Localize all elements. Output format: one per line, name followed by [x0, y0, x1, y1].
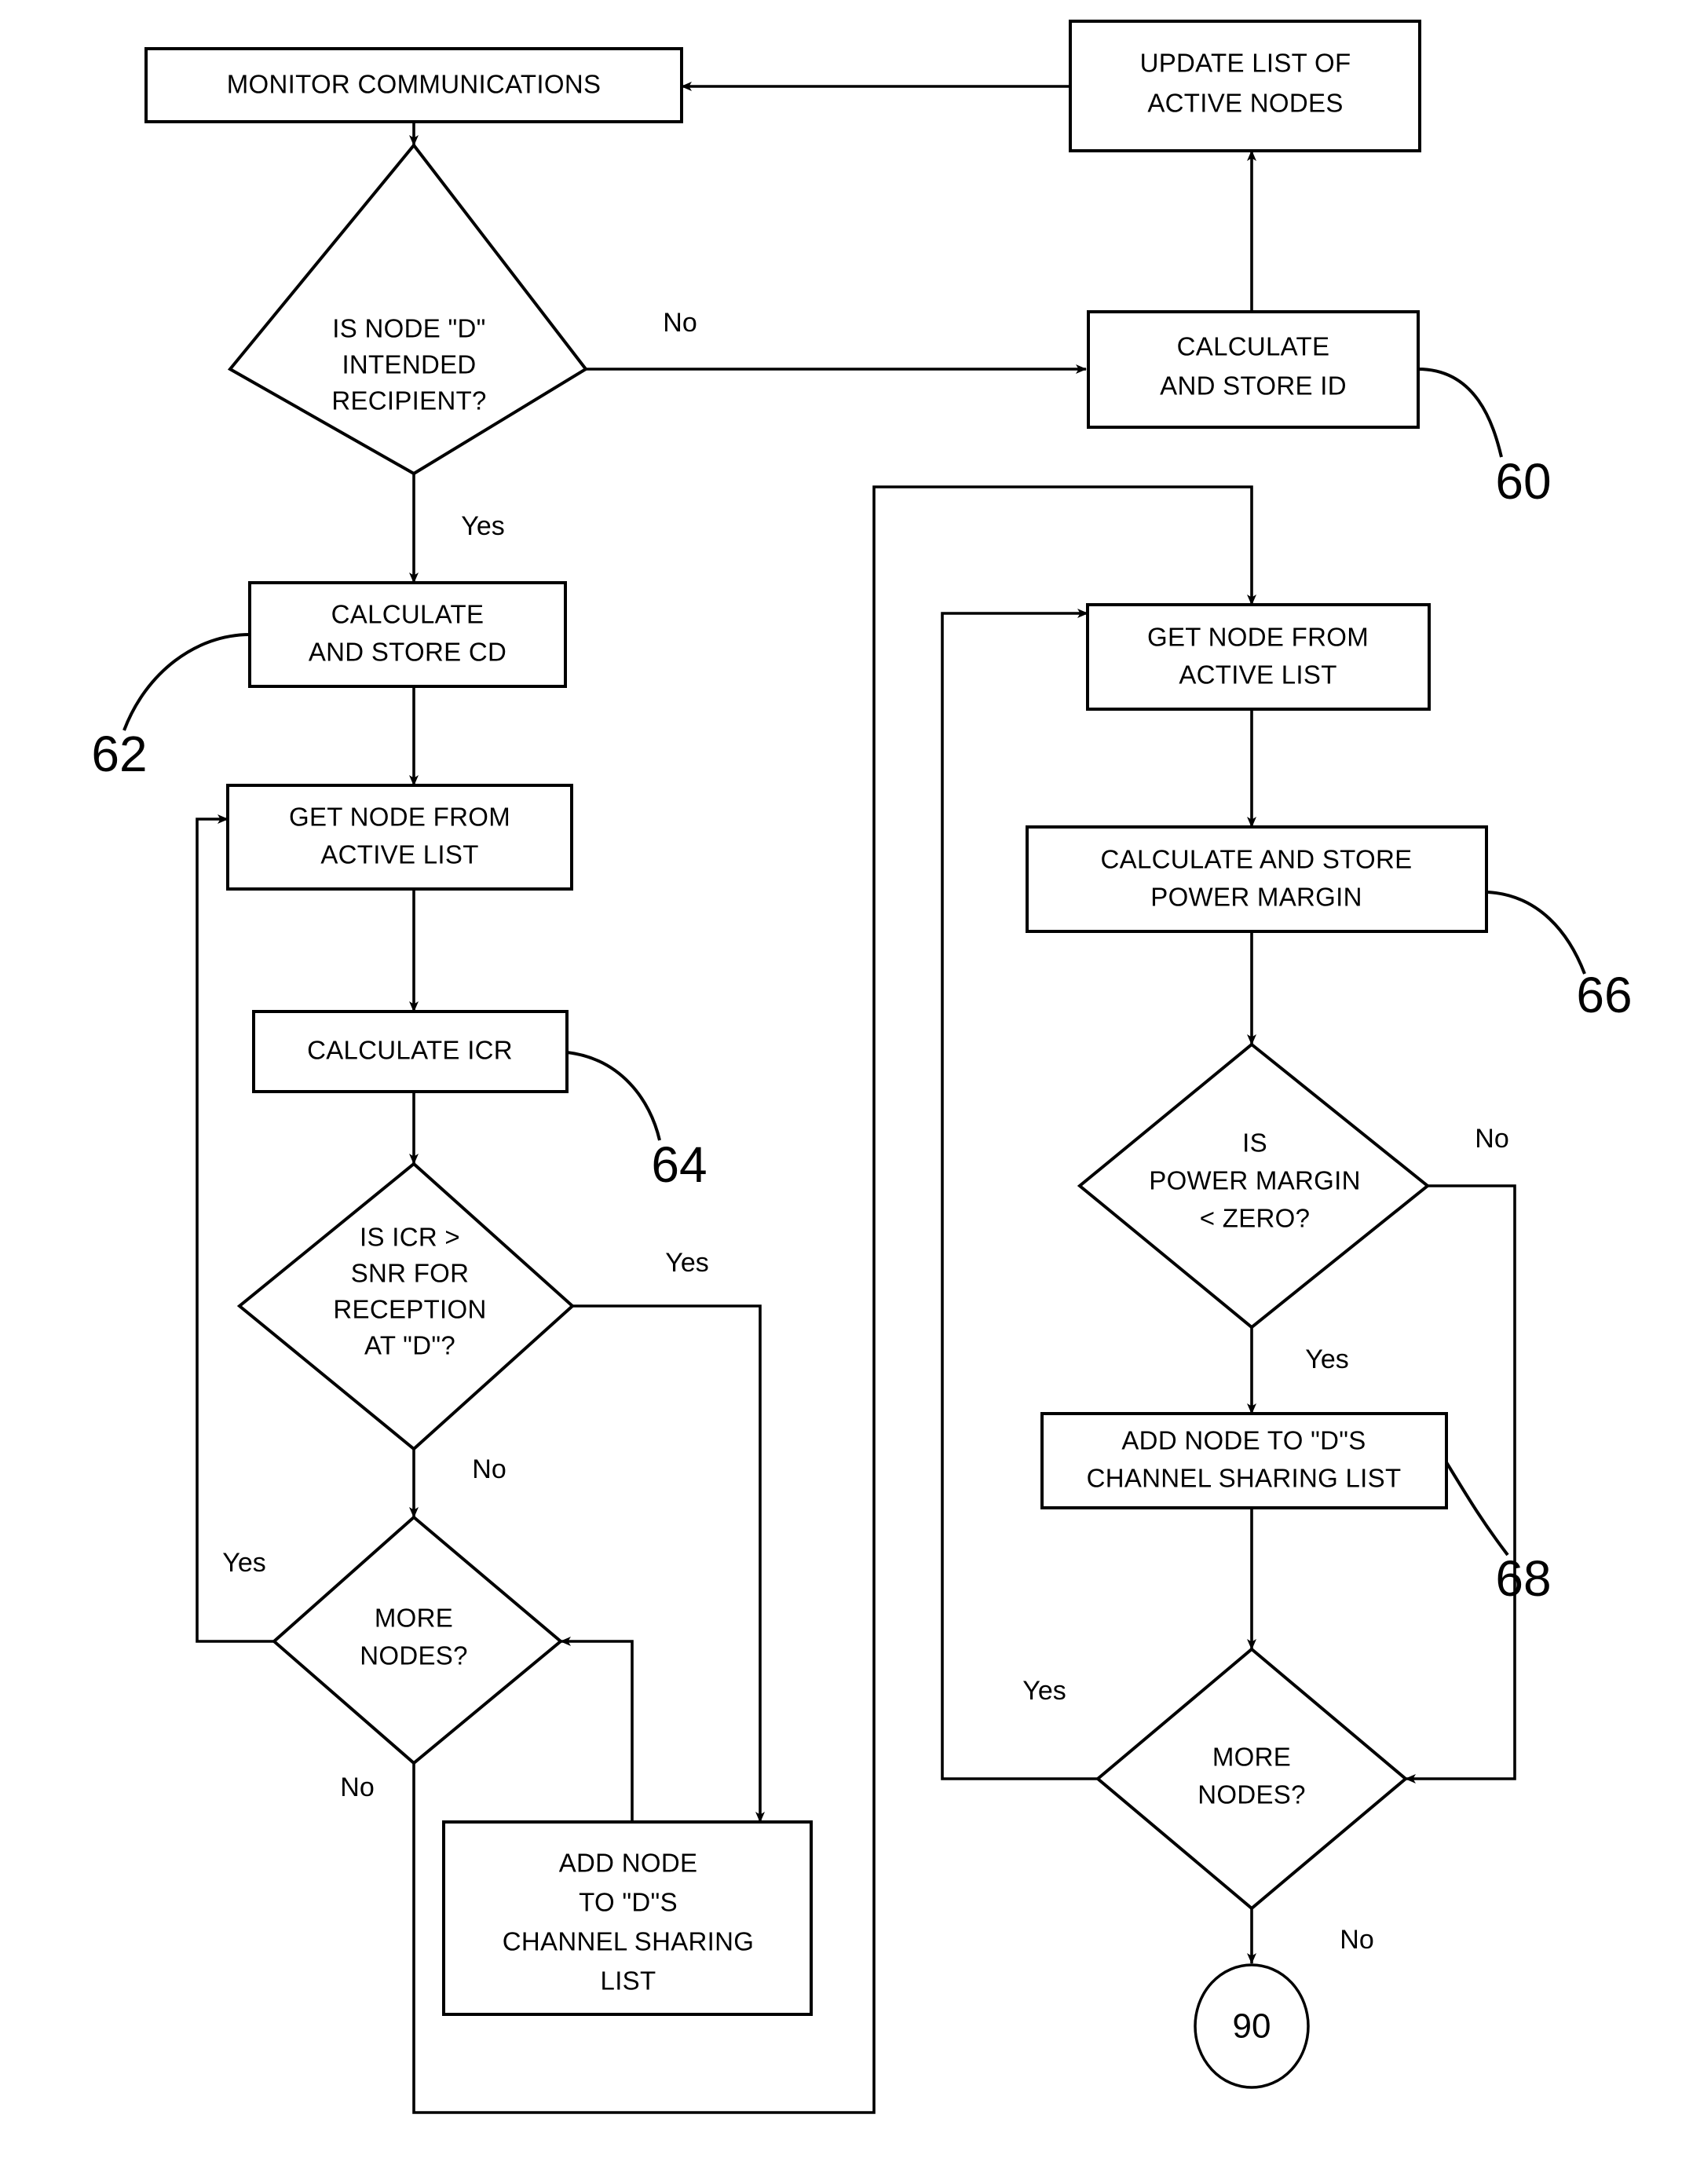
node-getnode-left-line-0: GET NODE FROM: [289, 803, 510, 832]
edge-label-icr-yes: Yes: [665, 1248, 708, 1278]
node-morenodes-right-line-0: MORE: [1212, 1743, 1291, 1772]
node-add-node-left: ADD NODE TO "D"S CHANNEL SHARING LIST: [442, 1820, 813, 2016]
reference-numeral-62: 62: [91, 726, 147, 782]
node-recipient-line-0: IS NODE "D": [332, 314, 485, 343]
leader-62: [122, 633, 250, 731]
node-calculate-and-store-power-margin: CALCULATE AND STORE POWER MARGIN: [1026, 825, 1488, 933]
node-getnode-left-line-1: ACTIVE LIST: [320, 840, 478, 869]
edge-isicr-yes-to-addnode-left: [572, 1304, 765, 1823]
flowchart-canvas: MONITOR COMMUNICATIONS UPDATE LIST OF AC…: [91, 20, 1633, 2114]
node-powermargin-line-0: CALCULATE AND STORE: [1101, 845, 1413, 874]
node-addnode-left-line-1: TO "D"S: [579, 1888, 678, 1917]
node-isicr-line-0: IS ICR >: [360, 1223, 460, 1252]
node-get-node-from-active-list-right: GET NODE FROM ACTIVE LIST: [1086, 603, 1431, 711]
leader-68: [1445, 1461, 1509, 1557]
node-morenodes-right-line-1: NODES?: [1198, 1780, 1306, 1809]
edge-label-morenodes-right-yes: Yes: [1022, 1676, 1066, 1706]
node-addnode-right-line-1: CHANNEL SHARING LIST: [1087, 1464, 1402, 1493]
node-recipient-line-1: INTENDED: [342, 350, 476, 379]
edge-label-morenodes-left-yes: Yes: [222, 1548, 265, 1578]
node-ispowermargin-line-1: POWER MARGIN: [1149, 1166, 1360, 1195]
reference-numeral-60: 60: [1495, 453, 1551, 510]
leader-64: [566, 1051, 661, 1141]
node-morenodes-left-line-1: NODES?: [360, 1641, 468, 1670]
node-more-nodes-right: MORE NODES?: [1095, 1647, 1409, 1911]
node-addnode-left-line-0: ADD NODE: [559, 1849, 698, 1878]
edge-label-morenodes-right-no: No: [1340, 1925, 1373, 1955]
node-calccd-line-1: AND STORE CD: [309, 638, 506, 667]
leader-60: [1417, 368, 1503, 458]
node-add-node-right: ADD NODE TO "D"S CHANNEL SHARING LIST: [1040, 1412, 1448, 1509]
node-get-node-from-active-list-left: GET NODE FROM ACTIVE LIST: [226, 784, 573, 891]
node-is-node-d-intended-recipient: IS NODE "D" INTENDED RECIPIENT?: [227, 142, 588, 476]
node-getnode-right-line-0: GET NODE FROM: [1147, 623, 1369, 652]
node-addnode-left-line-2: CHANNEL SHARING: [503, 1927, 755, 1956]
node-getnode-right-line-1: ACTIVE LIST: [1179, 660, 1336, 690]
node-ispowermargin-line-2: < ZERO?: [1200, 1204, 1311, 1233]
reference-numeral-66: 66: [1576, 967, 1632, 1023]
node-calculate-icr: CALCULATE ICR: [252, 1010, 569, 1093]
node-addnode-left-line-3: LIST: [601, 1966, 656, 1996]
reference-numeral-68: 68: [1495, 1550, 1551, 1607]
node-calcid-line-0: CALCULATE: [1177, 332, 1330, 361]
node-update-list-line-0: UPDATE LIST OF: [1140, 49, 1351, 78]
node-morenodes-left-line-0: MORE: [375, 1604, 453, 1633]
node-isicr-line-2: RECEPTION: [333, 1295, 486, 1324]
flowchart-figure: MONITOR COMMUNICATIONS UPDATE LIST OF AC…: [0, 0, 1682, 2184]
edge-morenodes-left-yes-loop: [196, 814, 274, 1643]
node-ispowermargin-line-0: IS: [1242, 1129, 1267, 1158]
node-calculate-and-store-id: CALCULATE AND STORE ID: [1087, 310, 1420, 429]
node-more-nodes-left: MORE NODES?: [271, 1515, 564, 1765]
edge-label-recipient-yes: Yes: [461, 511, 504, 541]
node-update-list-line-1: ACTIVE NODES: [1147, 89, 1343, 118]
edge-label-recipient-no: No: [663, 308, 697, 338]
node-update-list-of-active-nodes: UPDATE LIST OF ACTIVE NODES: [1069, 20, 1421, 152]
node-monitor-communications: MONITOR COMMUNICATIONS: [144, 47, 683, 123]
node-calculate-and-store-cd: CALCULATE AND STORE CD: [248, 581, 567, 688]
edge-label-icr-no: No: [472, 1454, 506, 1484]
edge-label-powermargin-no: No: [1475, 1124, 1508, 1154]
node-isicr-line-1: SNR FOR: [351, 1259, 470, 1288]
node-calcicr-line-0: CALCULATE ICR: [307, 1036, 513, 1065]
node-calcid-line-1: AND STORE ID: [1160, 371, 1347, 401]
edge-addnode-left-to-morenodes-left: [560, 1637, 634, 1822]
reference-numeral-64: 64: [651, 1136, 707, 1193]
node-monitor-communications-line-0: MONITOR COMMUNICATIONS: [227, 70, 601, 99]
node-is-icr-gt-snr: IS ICR > SNR FOR RECEPTION AT "D"?: [236, 1162, 575, 1451]
node-connector-90: 90: [1194, 1963, 1310, 2089]
node-recipient-line-2: RECIPIENT?: [331, 386, 486, 415]
edge-label-morenodes-left-no: No: [340, 1772, 374, 1802]
node-is-power-margin-lt-zero: IS POWER MARGIN < ZERO?: [1077, 1042, 1431, 1330]
node-isicr-line-3: AT "D"?: [364, 1331, 455, 1360]
node-calccd-line-0: CALCULATE: [331, 600, 484, 629]
node-addnode-right-line-0: ADD NODE TO "D"S: [1121, 1426, 1366, 1455]
edge-morenodes-right-yes-loop: [941, 609, 1098, 1780]
node-connector-90-label: 90: [1233, 2007, 1271, 2046]
node-powermargin-line-1: POWER MARGIN: [1150, 883, 1362, 912]
edge-label-powermargin-yes: Yes: [1305, 1344, 1348, 1374]
leader-66: [1487, 891, 1586, 975]
